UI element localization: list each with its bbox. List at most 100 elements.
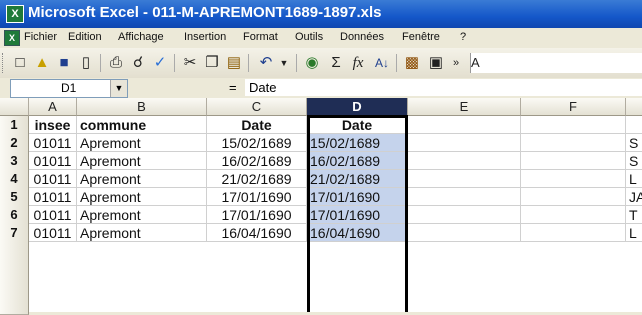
cell-a5[interactable]: 01011 (29, 188, 77, 206)
column-header-a[interactable]: A (29, 98, 77, 116)
cell-b4[interactable]: Apremont (77, 170, 207, 188)
name-box[interactable]: D1 ▼ (10, 79, 128, 98)
row-header[interactable] (0, 242, 29, 261)
font-box[interactable]: A (470, 53, 642, 73)
cut-icon[interactable]: ✂ (180, 53, 200, 73)
cell-a7[interactable]: 01011 (29, 224, 77, 242)
formula-input[interactable]: Date (245, 79, 642, 96)
menu-donnees[interactable]: Données (340, 31, 384, 43)
cell-b5[interactable]: Apremont (77, 188, 207, 206)
toolbar-grip[interactable] (2, 53, 6, 73)
column-header-b[interactable]: B (77, 98, 207, 116)
row-header[interactable] (0, 260, 29, 279)
row-header[interactable]: 1 (0, 116, 29, 135)
worksheet-grid[interactable]: A B C D E F 1 insee commune Date Date 2 … (0, 98, 642, 315)
cell-f2[interactable] (521, 134, 626, 152)
menu-fenetre[interactable]: Fenêtre (402, 31, 440, 43)
cell-g1[interactable] (626, 116, 642, 134)
cell-c5[interactable]: 17/01/1690 (207, 188, 307, 206)
row-header[interactable]: 6 (0, 206, 29, 225)
cell-d5[interactable]: 17/01/1690 (307, 188, 408, 206)
cell-d2[interactable]: 15/02/1689 (307, 134, 408, 152)
cell-f4[interactable] (521, 170, 626, 188)
print-preview-icon[interactable]: ☌ (128, 53, 148, 73)
undo-icon[interactable]: ↶ (256, 53, 276, 73)
cell-b1[interactable]: commune (77, 116, 207, 134)
cell-a3[interactable]: 01011 (29, 152, 77, 170)
cell-c1[interactable]: Date (207, 116, 307, 134)
row-header[interactable] (0, 278, 29, 297)
cell-b7[interactable]: Apremont (77, 224, 207, 242)
permission-icon[interactable]: ▯ (76, 53, 96, 73)
hyperlink-icon[interactable]: ◉ (302, 53, 322, 73)
cell-e4[interactable] (408, 170, 521, 188)
cell-b3[interactable]: Apremont (77, 152, 207, 170)
row-header[interactable]: 7 (0, 224, 29, 243)
cell-d6[interactable]: 17/01/1690 (307, 206, 408, 224)
spelling-icon[interactable]: ✓ (150, 53, 170, 73)
row-header[interactable]: 2 (0, 134, 29, 153)
menu-insertion[interactable]: Insertion (184, 31, 226, 43)
column-header-e[interactable]: E (408, 98, 521, 116)
cell-b6[interactable]: Apremont (77, 206, 207, 224)
print-icon[interactable]: ⎙ (106, 53, 126, 73)
menu-affichage[interactable]: Affichage (118, 31, 164, 43)
chevron-down-icon[interactable]: ▼ (110, 80, 127, 97)
copy-icon[interactable]: ❐ (202, 53, 222, 73)
sort-ascending-icon[interactable]: A↓ (372, 53, 392, 73)
menu-fichier[interactable]: Fichier (24, 31, 57, 43)
save-icon[interactable]: ■ (54, 53, 74, 73)
cell-d4[interactable]: 21/02/1689 (307, 170, 408, 188)
function-icon[interactable]: fx (348, 53, 368, 73)
cell-a2[interactable]: 01011 (29, 134, 77, 152)
cell-g4[interactable]: L (626, 170, 642, 188)
row-header[interactable] (0, 296, 29, 315)
autosum-icon[interactable]: Σ (326, 53, 346, 73)
cell-b2[interactable]: Apremont (77, 134, 207, 152)
cell-g6[interactable]: T (626, 206, 642, 224)
menu-outils[interactable]: Outils (295, 31, 323, 43)
select-all-corner[interactable] (0, 98, 29, 116)
column-header-g[interactable] (626, 98, 642, 116)
cell-d7[interactable]: 16/04/1690 (307, 224, 408, 242)
workbook-icon[interactable]: X (4, 30, 20, 46)
row-header[interactable]: 3 (0, 152, 29, 171)
cell-f3[interactable] (521, 152, 626, 170)
cell-e6[interactable] (408, 206, 521, 224)
row-header[interactable]: 4 (0, 170, 29, 189)
cell-d1[interactable]: Date (307, 116, 408, 134)
cell-g7[interactable]: L (626, 224, 642, 242)
cell-c6[interactable]: 17/01/1690 (207, 206, 307, 224)
cell-f6[interactable] (521, 206, 626, 224)
cell-e5[interactable] (408, 188, 521, 206)
cell-c2[interactable]: 15/02/1689 (207, 134, 307, 152)
menu-help[interactable]: ? (460, 31, 466, 43)
cell-f1[interactable] (521, 116, 626, 134)
cell-e7[interactable] (408, 224, 521, 242)
excel-app-icon[interactable]: X (6, 5, 24, 23)
cell-a4[interactable]: 01011 (29, 170, 77, 188)
cell-e3[interactable] (408, 152, 521, 170)
cell-a1[interactable]: insee (29, 116, 77, 134)
toolbar-options-icon[interactable]: » (446, 53, 466, 73)
undo-dropdown-icon[interactable]: ▼ (274, 53, 294, 73)
help-icon[interactable]: ▣ (426, 53, 446, 73)
cell-a6[interactable]: 01011 (29, 206, 77, 224)
cell-e1[interactable] (408, 116, 521, 134)
menu-format[interactable]: Format (243, 31, 278, 43)
new-icon[interactable]: □ (10, 53, 30, 73)
open-icon[interactable]: ▲ (32, 53, 52, 73)
cell-g3[interactable]: S (626, 152, 642, 170)
cell-c7[interactable]: 16/04/1690 (207, 224, 307, 242)
column-header-f[interactable]: F (521, 98, 626, 116)
cell-f7[interactable] (521, 224, 626, 242)
cell-g2[interactable]: S (626, 134, 642, 152)
cell-g5[interactable]: JA (626, 188, 642, 206)
row-header[interactable]: 5 (0, 188, 29, 207)
menu-edition[interactable]: Edition (68, 31, 102, 43)
column-header-c[interactable]: C (207, 98, 307, 116)
cell-d3[interactable]: 16/02/1689 (307, 152, 408, 170)
chart-wizard-icon[interactable]: ▩ (402, 53, 422, 73)
column-header-d[interactable]: D (307, 98, 408, 116)
cell-c4[interactable]: 21/02/1689 (207, 170, 307, 188)
